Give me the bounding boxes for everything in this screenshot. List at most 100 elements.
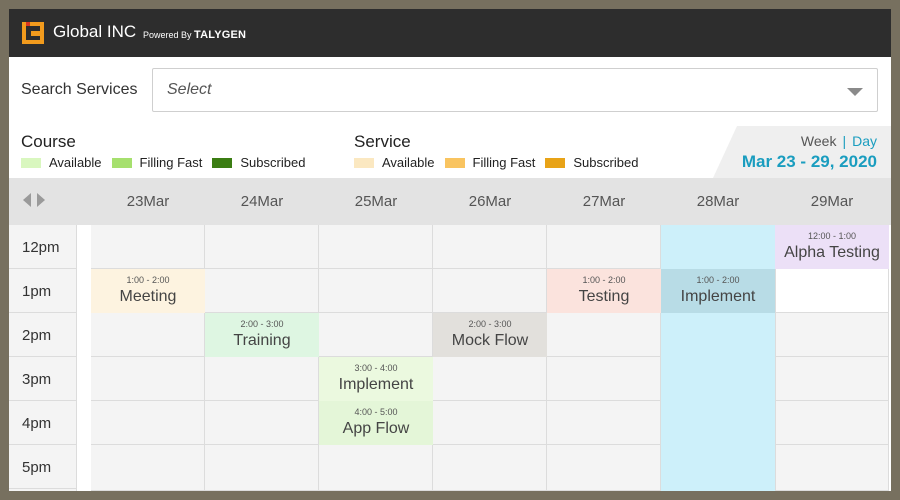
- event-block[interactable]: 12:00 - 1:00 Alpha Testing: [775, 225, 889, 269]
- legend-label: Filling Fast: [139, 155, 203, 170]
- panel-corner: [713, 126, 737, 178]
- calendar-slot[interactable]: [205, 357, 319, 401]
- day-label: 24Mar: [240, 193, 284, 210]
- filling-fast-swatch: [111, 157, 132, 168]
- calendar-slot[interactable]: [205, 225, 319, 269]
- event-time: 2:00 - 3:00: [240, 319, 284, 329]
- calendar-slot[interactable]: [547, 401, 661, 445]
- event-time: 1:00 - 2:00: [696, 275, 740, 285]
- event-block[interactable]: 2:00 - 3:00 Training: [205, 313, 319, 357]
- calendar-slot[interactable]: [433, 401, 547, 445]
- service-legend: Available Filling Fast Subscribed: [354, 155, 648, 170]
- day-label: 28Mar: [696, 193, 740, 210]
- row-divider: [9, 356, 76, 357]
- event-title: App Flow: [342, 420, 410, 437]
- event-time: 2:00 - 3:00: [468, 319, 512, 329]
- calendar-slot[interactable]: [433, 357, 547, 401]
- calendar-slot[interactable]: [91, 225, 205, 269]
- calendar-slot[interactable]: [91, 313, 205, 357]
- date-range: Mar 23 - 29, 2020: [741, 152, 877, 171]
- calendar-slot[interactable]: [547, 225, 661, 269]
- calendar-slot[interactable]: [775, 357, 889, 401]
- select-value: Select: [167, 81, 212, 98]
- event-time: 1:00 - 2:00: [582, 275, 626, 285]
- event-block[interactable]: 1:00 - 2:00 Implement: [661, 269, 775, 313]
- calendar-slot[interactable]: [775, 313, 889, 357]
- calendar-slot[interactable]: [775, 269, 889, 313]
- brand-name: Global INC: [53, 22, 137, 41]
- event-block[interactable]: 3:00 - 4:00 Implement: [319, 357, 433, 401]
- legend-label: Subscribed: [240, 155, 306, 170]
- row-divider: [9, 312, 76, 313]
- day-label: 25Mar: [354, 193, 398, 210]
- time-label: 12pm: [22, 239, 60, 256]
- event-title: Mock Flow: [451, 332, 529, 349]
- powered-by-brand: TALYGEN: [194, 29, 247, 41]
- time-label: 5pm: [22, 459, 52, 476]
- calendar-slot[interactable]: [433, 269, 547, 313]
- subscribed-swatch: [545, 157, 566, 168]
- calendar-slot[interactable]: [547, 313, 661, 357]
- time-label: 2pm: [22, 327, 52, 344]
- next-week-icon[interactable]: [37, 193, 45, 207]
- event-time: 3:00 - 4:00: [354, 363, 398, 373]
- app-frame: Global INC Powered By TALYGEN Search Ser…: [0, 0, 900, 500]
- day-label: 27Mar: [582, 193, 626, 210]
- event-time: 1:00 - 2:00: [126, 275, 170, 285]
- calendar-slot[interactable]: [433, 225, 547, 269]
- calendar-slot[interactable]: [319, 313, 433, 357]
- legend-item: Available: [21, 155, 102, 170]
- event-time: 4:00 - 5:00: [354, 407, 398, 417]
- week-calendar: 23Mar 24Mar 25Mar 26Mar 27Mar 28Mar 29Mar 12pm…: [9, 178, 891, 491]
- calendar-slot[interactable]: [547, 357, 661, 401]
- calendar-slot[interactable]: [91, 401, 205, 445]
- event-title: Testing: [578, 288, 630, 305]
- calendar-slot[interactable]: [91, 445, 205, 491]
- calendar-slot[interactable]: [319, 445, 433, 491]
- course-legend-title: Course: [21, 132, 76, 151]
- time-spacer: [76, 225, 92, 491]
- legend-label: Available: [382, 155, 435, 170]
- day-label: 29Mar: [810, 193, 854, 210]
- search-row: Search Services Select: [9, 57, 891, 127]
- calendar-grid: 12:00 - 1:00 Alpha Testing 1:00 - 2:00 Meet…: [91, 225, 891, 491]
- chevron-down-icon[interactable]: [847, 88, 863, 96]
- calendar-slot[interactable]: [205, 269, 319, 313]
- calendar-slot[interactable]: [775, 445, 889, 491]
- row-divider: [9, 268, 76, 269]
- day-label: 26Mar: [468, 193, 512, 210]
- search-services-select[interactable]: Select: [152, 68, 878, 112]
- legend-item: Subscribed: [212, 155, 305, 170]
- calendar-slot[interactable]: [775, 401, 889, 445]
- time-label: 4pm: [22, 415, 52, 432]
- calendar-slot[interactable]: [205, 445, 319, 491]
- legend-label: Available: [49, 155, 102, 170]
- event-block[interactable]: 2:00 - 3:00 Mock Flow: [433, 313, 547, 357]
- event-block[interactable]: 4:00 - 5:00 App Flow: [319, 401, 433, 445]
- event-block[interactable]: 1:00 - 2:00 Testing: [547, 269, 661, 313]
- view-separator: |: [842, 133, 847, 149]
- day-view-link[interactable]: Day: [852, 133, 877, 149]
- legend-item: Subscribed: [545, 155, 638, 170]
- calendar-slot[interactable]: [433, 445, 547, 491]
- calendar-slot[interactable]: [547, 445, 661, 491]
- filling-fast-swatch: [444, 157, 465, 168]
- top-bar: Global INC Powered By TALYGEN: [9, 9, 891, 57]
- time-label: 3pm: [22, 371, 52, 388]
- event-title: Implement: [338, 376, 414, 393]
- row-divider: [9, 444, 76, 445]
- day-label: 23Mar: [126, 193, 170, 210]
- week-view-link[interactable]: Week: [801, 133, 837, 149]
- calendar-slot[interactable]: [205, 401, 319, 445]
- time-label: 1pm: [22, 283, 52, 300]
- calendar-slot[interactable]: [319, 225, 433, 269]
- row-divider: [9, 488, 76, 489]
- highlighted-day-column: [661, 225, 776, 491]
- calendar-slot[interactable]: [319, 269, 433, 313]
- legend-item: Available: [354, 155, 435, 170]
- previous-week-icon[interactable]: [23, 193, 31, 207]
- calendar-slot[interactable]: [91, 357, 205, 401]
- powered-by-label: Powered By: [143, 30, 192, 40]
- event-block[interactable]: 1:00 - 2:00 Meeting: [91, 269, 205, 313]
- date-range-panel: Week | Day Mar 23 - 29, 2020: [713, 126, 891, 178]
